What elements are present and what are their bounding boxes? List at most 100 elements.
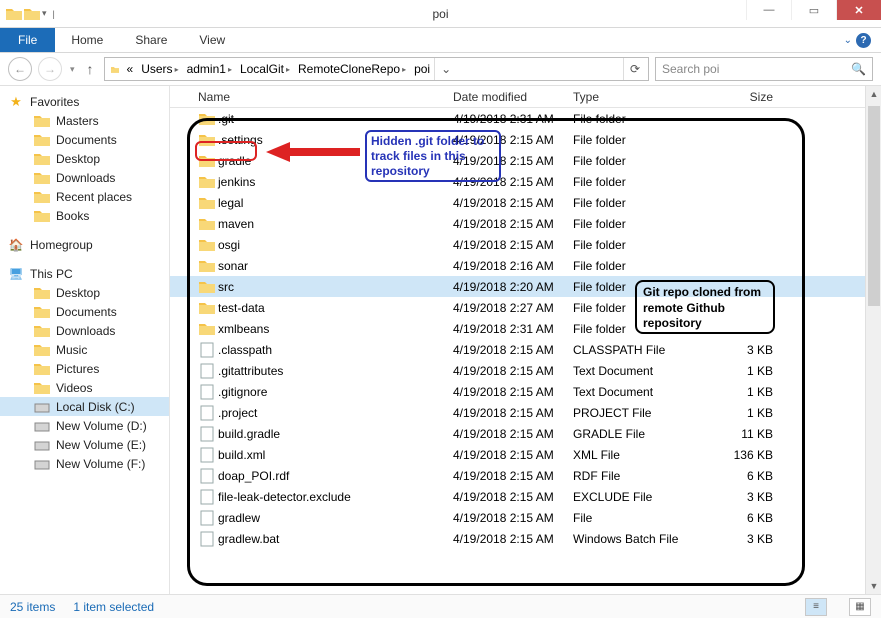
file-type: EXCLUDE File [573, 490, 703, 504]
sidebar-fav-item[interactable]: Downloads [0, 168, 169, 187]
breadcrumb-seg-3[interactable]: RemoteCloneRepo▸ [294, 62, 410, 76]
address-root-icon[interactable] [107, 63, 123, 76]
address-dropdown-icon[interactable]: ⌄ [434, 58, 457, 80]
file-row[interactable]: file-leak-detector.exclude4/19/2018 2:15… [170, 486, 881, 507]
col-header-size[interactable]: Size [703, 90, 783, 104]
file-type: File folder [573, 175, 703, 189]
col-header-date[interactable]: Date modified [453, 90, 573, 104]
sidebar-pc-item[interactable]: Desktop [0, 283, 169, 302]
file-row[interactable]: sonar4/19/2018 2:16 AMFile folder [170, 255, 881, 276]
sidebar-fav-item[interactable]: Documents [0, 130, 169, 149]
file-icon [198, 468, 216, 484]
file-row[interactable]: .gitignore4/19/2018 2:15 AMText Document… [170, 381, 881, 402]
file-row[interactable]: legal4/19/2018 2:15 AMFile folder [170, 192, 881, 213]
file-row[interactable]: .classpath4/19/2018 2:15 AMCLASSPATH Fil… [170, 339, 881, 360]
file-row[interactable]: doap_POI.rdf4/19/2018 2:15 AMRDF File6 K… [170, 465, 881, 486]
file-row[interactable]: build.xml4/19/2018 2:15 AMXML File136 KB [170, 444, 881, 465]
qat-dropdown-icon[interactable]: ▾ [42, 8, 47, 19]
close-button[interactable]: ✕ [836, 0, 881, 20]
file-row[interactable]: maven4/19/2018 2:15 AMFile folder [170, 213, 881, 234]
folder-icon [198, 280, 216, 293]
ribbon-help[interactable]: ⌄? [834, 28, 881, 52]
sidebar-thispc[interactable]: 🖥This PC [0, 264, 169, 283]
ribbon-file-tab[interactable]: File [0, 28, 55, 52]
file-icon [198, 405, 216, 421]
file-row[interactable]: .settings4/19/2018 2:15 AMFile folder [170, 129, 881, 150]
file-date: 4/19/2018 2:31 AM [453, 322, 573, 336]
file-row[interactable]: jenkins4/19/2018 2:15 AMFile folder [170, 171, 881, 192]
breadcrumb-seg-2[interactable]: LocalGit▸ [236, 62, 294, 76]
breadcrumb-overflow[interactable]: « [123, 62, 138, 76]
breadcrumb-seg-4[interactable]: poi [410, 62, 434, 76]
search-icon: 🔍 [851, 62, 866, 76]
status-item-count: 25 items [10, 600, 55, 614]
sidebar-fav-item[interactable]: Books [0, 206, 169, 225]
address-bar[interactable]: « Users▸ admin1▸ LocalGit▸ RemoteCloneRe… [104, 57, 649, 81]
file-row[interactable]: gradlew4/19/2018 2:15 AMFile6 KB [170, 507, 881, 528]
scroll-thumb[interactable] [868, 106, 880, 306]
ribbon-share-tab[interactable]: Share [119, 28, 183, 52]
qat-properties-icon[interactable] [24, 7, 40, 21]
folder-icon [198, 196, 216, 209]
sidebar-favorites[interactable]: ★Favorites [0, 92, 169, 111]
scroll-up-icon[interactable]: ▲ [866, 86, 881, 102]
folder-icon [198, 259, 216, 272]
search-input[interactable]: Search poi 🔍 [655, 57, 873, 81]
homegroup-icon: 🏠 [8, 238, 24, 252]
view-details-button[interactable]: ≡ [805, 598, 827, 616]
sidebar-fav-item[interactable]: Recent places [0, 187, 169, 206]
file-date: 4/19/2018 2:15 AM [453, 469, 573, 483]
file-row[interactable]: .project4/19/2018 2:15 AMPROJECT File1 K… [170, 402, 881, 423]
file-size: 3 KB [703, 490, 783, 504]
refresh-button[interactable]: ⟳ [623, 58, 646, 80]
ribbon-view-tab[interactable]: View [183, 28, 241, 52]
scroll-down-icon[interactable]: ▼ [866, 578, 881, 594]
file-type: File folder [573, 259, 703, 273]
minimize-button[interactable]: ― [746, 0, 791, 20]
file-name: legal [218, 196, 453, 210]
file-date: 4/19/2018 2:27 AM [453, 301, 573, 315]
col-header-type[interactable]: Type [573, 90, 703, 104]
sidebar-pc-item[interactable]: Music [0, 340, 169, 359]
folder-icon [34, 171, 50, 185]
sidebar-fav-item[interactable]: Desktop [0, 149, 169, 168]
folder-icon [34, 362, 50, 376]
view-icons-button[interactable]: ▦ [849, 598, 871, 616]
file-type: XML File [573, 448, 703, 462]
file-type: RDF File [573, 469, 703, 483]
nav-back-button[interactable]: ← [8, 57, 32, 81]
sidebar-pc-item[interactable]: Videos [0, 378, 169, 397]
file-row[interactable]: gradle4/19/2018 2:15 AMFile folder [170, 150, 881, 171]
sidebar-homegroup[interactable]: 🏠Homegroup [0, 235, 169, 254]
sidebar-pc-item[interactable]: New Volume (D:) [0, 416, 169, 435]
search-placeholder: Search poi [662, 62, 719, 76]
sidebar-pc-item[interactable]: New Volume (E:) [0, 435, 169, 454]
sidebar-fav-item[interactable]: Masters [0, 111, 169, 130]
sidebar-pc-item[interactable]: Downloads [0, 321, 169, 340]
folder-icon [34, 209, 50, 223]
file-name: file-leak-detector.exclude [218, 490, 453, 504]
column-headers[interactable]: Name Date modified Type Size [170, 86, 881, 108]
ribbon-home-tab[interactable]: Home [55, 28, 119, 52]
file-name: doap_POI.rdf [218, 469, 453, 483]
file-row[interactable]: build.gradle4/19/2018 2:15 AMGRADLE File… [170, 423, 881, 444]
sidebar-pc-item[interactable]: Local Disk (C:) [0, 397, 169, 416]
nav-history-dropdown[interactable]: ▾ [68, 64, 77, 75]
sidebar-pc-item[interactable]: Documents [0, 302, 169, 321]
file-icon [198, 363, 216, 379]
col-header-name[interactable]: Name [198, 90, 453, 104]
file-row[interactable]: osgi4/19/2018 2:15 AMFile folder [170, 234, 881, 255]
sidebar-pc-item[interactable]: Pictures [0, 359, 169, 378]
sidebar-pc-item[interactable]: New Volume (F:) [0, 454, 169, 473]
file-date: 4/19/2018 2:15 AM [453, 448, 573, 462]
file-row[interactable]: .git4/19/2018 2:31 AMFile folder [170, 108, 881, 129]
nav-up-button[interactable]: ↑ [83, 61, 98, 77]
breadcrumb-seg-1[interactable]: admin1▸ [183, 62, 236, 76]
folder-icon [198, 301, 216, 314]
file-row[interactable]: gradlew.bat4/19/2018 2:15 AMWindows Batc… [170, 528, 881, 549]
vertical-scrollbar[interactable]: ▲ ▼ [865, 86, 881, 594]
maximize-button[interactable]: ▭ [791, 0, 836, 20]
nav-forward-button[interactable]: → [38, 57, 62, 81]
breadcrumb-seg-0[interactable]: Users▸ [137, 62, 182, 76]
file-row[interactable]: .gitattributes4/19/2018 2:15 AMText Docu… [170, 360, 881, 381]
